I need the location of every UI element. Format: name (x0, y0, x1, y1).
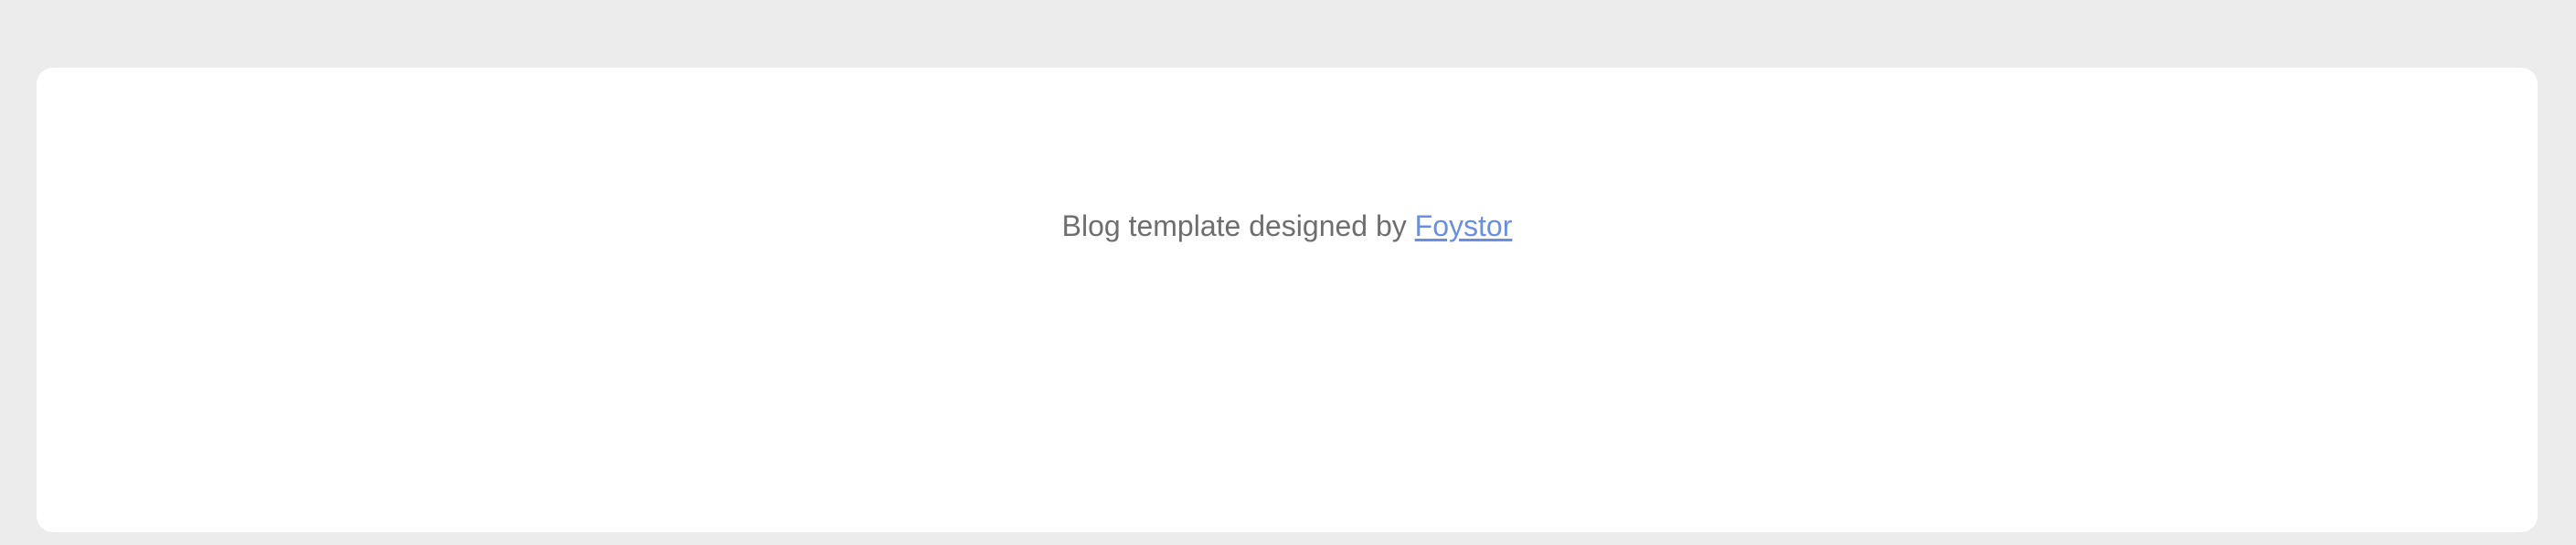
foystor-link[interactable]: Foystor (1415, 209, 1513, 242)
credit-prefix-text: Blog template designed by (1061, 209, 1415, 242)
footer-card: Blog template designed by Foystor (37, 68, 2538, 532)
page-bottom-edge (0, 532, 2576, 545)
template-credit: Blog template designed by Foystor (37, 208, 2538, 244)
